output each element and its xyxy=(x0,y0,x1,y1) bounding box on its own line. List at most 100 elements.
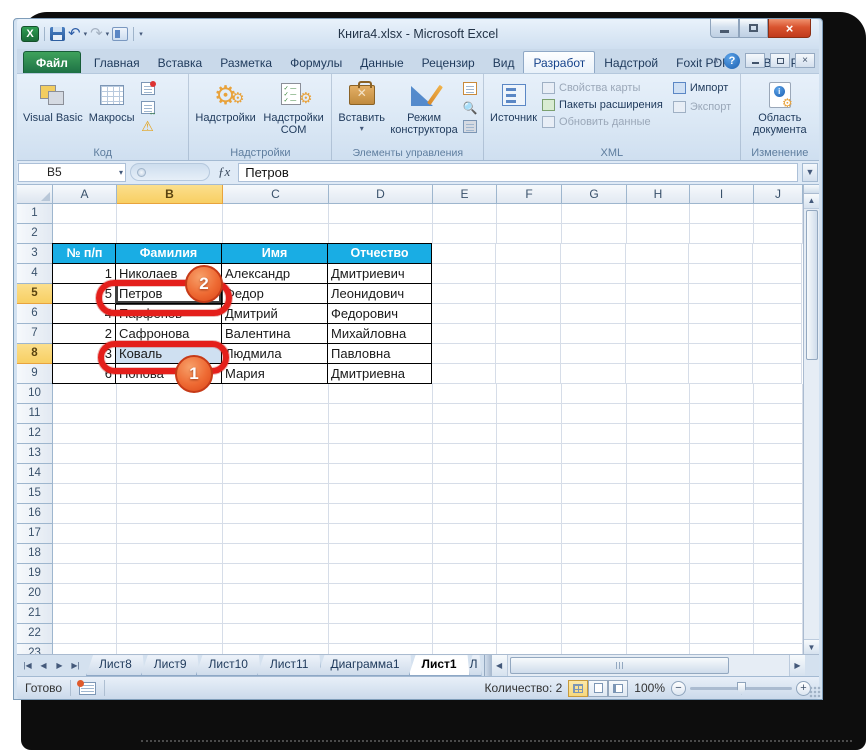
cell-H18[interactable] xyxy=(627,544,690,564)
cell-J19[interactable] xyxy=(754,564,803,584)
cell-H19[interactable] xyxy=(627,564,690,584)
column-header-J[interactable]: J xyxy=(754,185,803,204)
column-header-A[interactable]: A xyxy=(53,185,117,204)
cell-E12[interactable] xyxy=(433,424,497,444)
cell-F13[interactable] xyxy=(497,444,562,464)
window-resize-grip[interactable] xyxy=(809,686,821,698)
cell-F6[interactable] xyxy=(496,304,561,324)
cell-D12[interactable] xyxy=(329,424,433,444)
horizontal-scroll-thumb[interactable] xyxy=(510,657,730,674)
cell-D16[interactable] xyxy=(329,504,433,524)
cell-B19[interactable] xyxy=(117,564,223,584)
cell-F14[interactable] xyxy=(497,464,562,484)
cell-A20[interactable] xyxy=(53,584,117,604)
cell-D6[interactable]: Федорович xyxy=(328,304,432,324)
cell-F18[interactable] xyxy=(497,544,562,564)
cell-B17[interactable] xyxy=(117,524,223,544)
cell-D10[interactable] xyxy=(329,384,433,404)
cell-H11[interactable] xyxy=(627,404,690,424)
sheet-tab-Лист1[interactable]: Лист1 xyxy=(409,655,470,676)
ribbon-tab-Вид[interactable]: Вид xyxy=(484,52,524,73)
cell-B15[interactable] xyxy=(117,484,223,504)
row-header-22[interactable]: 22 xyxy=(17,624,53,644)
cell-C20[interactable] xyxy=(223,584,329,604)
row-header-8[interactable]: 8 xyxy=(17,344,53,364)
cell-G1[interactable] xyxy=(562,204,627,224)
cell-F17[interactable] xyxy=(497,524,562,544)
cell-B21[interactable] xyxy=(117,604,223,624)
cell-J7[interactable] xyxy=(753,324,802,344)
row-header-4[interactable]: 4 xyxy=(17,264,53,284)
qat-more-dropdown-icon[interactable]: ▾ xyxy=(139,30,143,38)
cell-F5[interactable] xyxy=(496,284,561,304)
visual-basic-button[interactable]: Visual Basic xyxy=(20,77,86,126)
cell-J3[interactable] xyxy=(753,244,802,264)
cell-D13[interactable] xyxy=(329,444,433,464)
cell-I2[interactable] xyxy=(690,224,754,244)
column-header-H[interactable]: H xyxy=(627,185,690,204)
cell-I3[interactable] xyxy=(689,244,753,264)
cell-C1[interactable] xyxy=(223,204,329,224)
cell-E13[interactable] xyxy=(433,444,497,464)
sheet-tab-Лист9[interactable]: Лист9 xyxy=(141,655,200,676)
close-button[interactable]: × xyxy=(768,19,811,38)
cell-A1[interactable] xyxy=(53,204,117,224)
cell-E2[interactable] xyxy=(433,224,497,244)
row-header-19[interactable]: 19 xyxy=(17,564,53,584)
vertical-scroll-thumb[interactable] xyxy=(806,210,818,360)
cell-D20[interactable] xyxy=(329,584,433,604)
insert-controls-button[interactable]: Вставить ▾ xyxy=(335,77,388,135)
cell-G18[interactable] xyxy=(562,544,627,564)
row-header-3[interactable]: 3 xyxy=(17,244,53,264)
cell-B13[interactable] xyxy=(117,444,223,464)
cell-J5[interactable] xyxy=(753,284,802,304)
cell-C16[interactable] xyxy=(223,504,329,524)
row-header-15[interactable]: 15 xyxy=(17,484,53,504)
cell-J4[interactable] xyxy=(753,264,802,284)
column-header-B[interactable]: B xyxy=(117,185,223,204)
row-header-7[interactable]: 7 xyxy=(17,324,53,344)
cell-G7[interactable] xyxy=(561,324,626,344)
vertical-scrollbar[interactable]: ▲ ▼ xyxy=(803,185,819,655)
cell-G17[interactable] xyxy=(562,524,627,544)
cell-F11[interactable] xyxy=(497,404,562,424)
row-header-23[interactable]: 23 xyxy=(17,644,53,655)
cell-F9[interactable] xyxy=(496,364,561,384)
cell-A17[interactable] xyxy=(53,524,117,544)
cell-E8[interactable] xyxy=(432,344,496,364)
cell-F3[interactable] xyxy=(496,244,561,264)
zoom-thumb[interactable] xyxy=(737,682,746,695)
next-sheet-icon[interactable]: ▶ xyxy=(52,658,67,673)
column-header-F[interactable]: F xyxy=(497,185,562,204)
cell-E15[interactable] xyxy=(433,484,497,504)
cell-G22[interactable] xyxy=(562,624,627,644)
cell-C12[interactable] xyxy=(223,424,329,444)
cell-G3[interactable] xyxy=(561,244,626,264)
cell-J6[interactable] xyxy=(753,304,802,324)
cell-D11[interactable] xyxy=(329,404,433,424)
row-header-14[interactable]: 14 xyxy=(17,464,53,484)
column-header-C[interactable]: C xyxy=(223,185,329,204)
cell-B12[interactable] xyxy=(117,424,223,444)
cell-H20[interactable] xyxy=(627,584,690,604)
select-all-corner[interactable] xyxy=(17,185,53,204)
ribbon-tab-Надстрой[interactable]: Надстрой xyxy=(595,52,667,73)
cell-D18[interactable] xyxy=(329,544,433,564)
row-header-21[interactable]: 21 xyxy=(17,604,53,624)
ribbon-tab-Разметка[interactable]: Разметка xyxy=(211,52,281,73)
cell-E21[interactable] xyxy=(433,604,497,624)
cell-F1[interactable] xyxy=(497,204,562,224)
cell-E16[interactable] xyxy=(433,504,497,524)
row-header-10[interactable]: 10 xyxy=(17,384,53,404)
cell-H13[interactable] xyxy=(627,444,690,464)
ribbon-tab-Рецензир[interactable]: Рецензир xyxy=(413,52,484,73)
file-tab[interactable]: Файл xyxy=(23,51,81,73)
cell-F7[interactable] xyxy=(496,324,561,344)
cell-A22[interactable] xyxy=(53,624,117,644)
cell-F21[interactable] xyxy=(497,604,562,624)
sheet-tab-Лист11[interactable]: Лист11 xyxy=(257,655,322,676)
cell-F2[interactable] xyxy=(497,224,562,244)
cell-J13[interactable] xyxy=(754,444,803,464)
row-header-13[interactable]: 13 xyxy=(17,444,53,464)
cell-A3[interactable]: № п/п xyxy=(52,243,116,264)
